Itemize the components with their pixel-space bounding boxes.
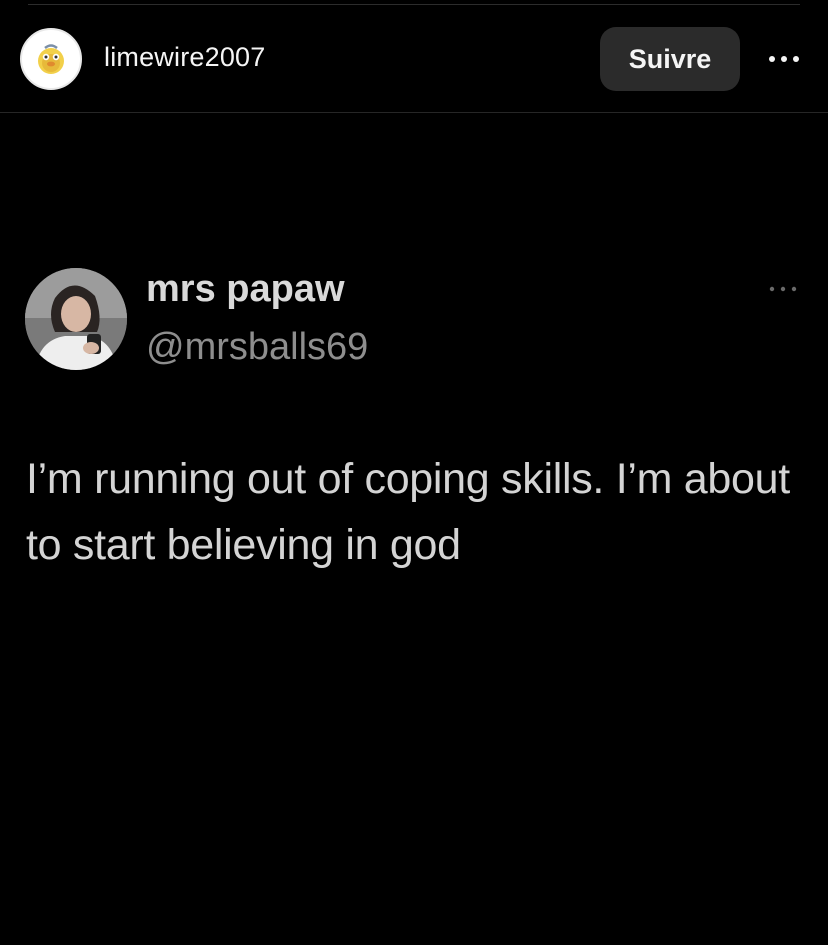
follow-button[interactable]: Suivre <box>600 27 740 91</box>
tweet-avatar <box>25 268 127 370</box>
more-horizontal-icon <box>769 56 799 62</box>
post-header: limewire2007 Suivre <box>0 0 828 113</box>
more-horizontal-icon <box>769 286 797 292</box>
post-username[interactable]: limewire2007 <box>104 42 265 73</box>
tweet-more-indicator <box>764 282 804 296</box>
tweet-handle: @mrsballs69 <box>146 326 369 368</box>
tweet-avatar-photo <box>25 268 127 370</box>
tweet-display-name: mrs papaw <box>146 268 345 310</box>
tweet-text: I’m running out of coping skills. I’m ab… <box>26 455 790 569</box>
avatar-duck-icon <box>38 44 64 74</box>
profile-avatar[interactable] <box>20 28 82 90</box>
more-options-button[interactable] <box>764 44 804 74</box>
